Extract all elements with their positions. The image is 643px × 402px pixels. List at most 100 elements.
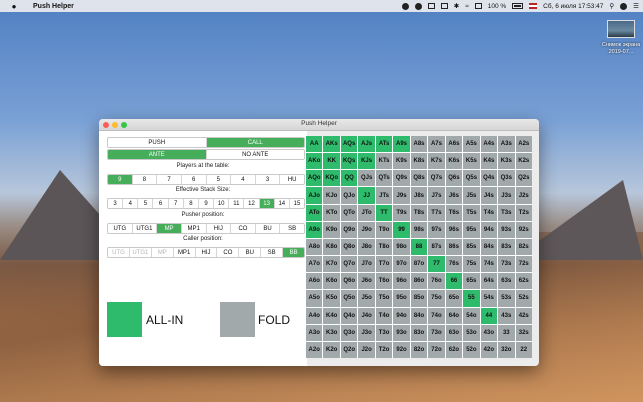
hand-cell-96s: 96s xyxy=(445,221,463,238)
apple-icon[interactable]: ● xyxy=(9,2,19,11)
hand-cell-Q3o: Q3o xyxy=(340,324,358,341)
hand-cell-J3o: J3o xyxy=(358,324,375,341)
stack-option-7[interactable]: 7 xyxy=(169,199,184,208)
pusher-option-sb[interactable]: SB xyxy=(280,224,304,233)
hand-cell-98s: 98s xyxy=(410,221,428,238)
stack-option-5[interactable]: 5 xyxy=(138,199,154,208)
hand-cell-93s: 93s xyxy=(498,221,515,238)
window-icon[interactable] xyxy=(427,3,435,9)
pusher-position-label: Pusher position: xyxy=(181,212,225,218)
notification-center-icon[interactable]: ☰ xyxy=(633,2,639,10)
players-label: Players at the table: xyxy=(176,163,230,169)
hand-cell-T4s: T4s xyxy=(480,204,498,221)
caller-option-sb[interactable]: SB xyxy=(261,248,284,257)
hand-cell-92o: 92o xyxy=(393,341,410,358)
mode-option-call[interactable]: CALL xyxy=(206,138,304,147)
players-option-9[interactable]: 9 xyxy=(108,175,133,184)
players-option-5[interactable]: 5 xyxy=(207,175,232,184)
stack-option-12[interactable]: 12 xyxy=(244,199,260,208)
hand-cell-A6s: A6s xyxy=(445,136,463,153)
stack-option-6[interactable]: 6 xyxy=(153,199,169,208)
bluetooth-icon[interactable]: ✱ xyxy=(454,2,459,10)
caller-option-utg[interactable]: UTG xyxy=(108,248,130,257)
stack-option-3[interactable]: 3 xyxy=(108,199,124,208)
stack-option-4[interactable]: 4 xyxy=(123,199,139,208)
stack-option-9[interactable]: 9 xyxy=(199,199,215,208)
players-option-3[interactable]: 3 xyxy=(256,175,281,184)
dropbox-icon[interactable] xyxy=(414,2,422,10)
pusher-option-utg[interactable]: UTG xyxy=(108,224,133,233)
players-option-6[interactable]: 6 xyxy=(182,175,207,184)
battery-icon[interactable] xyxy=(512,3,524,9)
hand-cell-K8o: K8o xyxy=(323,238,340,256)
hand-cell-A5o: A5o xyxy=(306,290,323,307)
pusher-option-hij[interactable]: HIJ xyxy=(207,224,232,233)
hand-cell-93o: 93o xyxy=(393,324,410,341)
mode-option-push[interactable]: PUSH xyxy=(108,138,207,147)
status-app-icon[interactable] xyxy=(401,2,409,10)
stack-option-11[interactable]: 11 xyxy=(229,199,245,208)
hand-cell-KJs: KJs xyxy=(358,153,375,170)
hand-cell-A5s: A5s xyxy=(463,136,480,153)
hand-cell-A4o: A4o xyxy=(306,307,323,324)
spotlight-search-icon[interactable]: ⚲ xyxy=(609,2,614,10)
battery-text: 100 % xyxy=(487,2,507,10)
siri-icon[interactable] xyxy=(620,2,628,10)
hand-cell-87o: 87o xyxy=(410,256,428,273)
caller-option-hij[interactable]: HIJ xyxy=(196,248,218,257)
input-source-flag-icon[interactable] xyxy=(529,3,538,9)
caller-option-utg1[interactable]: UTG1 xyxy=(130,248,152,257)
hand-cell-A9s: A9s xyxy=(393,136,410,153)
stack-option-13[interactable]: 13 xyxy=(259,199,275,208)
stack-option-15[interactable]: 15 xyxy=(290,199,304,208)
hand-cell-82s: 82s xyxy=(515,238,532,256)
pusher-option-mp1[interactable]: MP1 xyxy=(182,224,207,233)
hand-cell-K5s: K5s xyxy=(463,153,480,170)
players-option-4[interactable]: 4 xyxy=(231,175,256,184)
airplay-icon[interactable] xyxy=(474,3,482,9)
hand-cell-94o: 94o xyxy=(393,307,410,324)
clock[interactable]: Сб, 6 июля 17:53:47 xyxy=(543,3,603,10)
hand-cell-62s: 62s xyxy=(515,273,532,290)
hand-cell-J8o: J8o xyxy=(358,238,375,256)
ante-option-no-ante[interactable]: NO ANTE xyxy=(207,150,305,159)
hand-cell-72s: 72s xyxy=(515,256,532,273)
hand-cell-J9s: J9s xyxy=(393,187,410,204)
display-icon[interactable] xyxy=(440,3,448,9)
hand-cell-QQ: QQ xyxy=(340,170,358,187)
caller-option-mp1[interactable]: MP1 xyxy=(174,248,196,257)
players-option-8[interactable]: 8 xyxy=(133,175,158,184)
pusher-option-mp[interactable]: MP xyxy=(157,224,182,233)
hand-cell-95o: 95o xyxy=(393,290,410,307)
caller-option-bb[interactable]: BB xyxy=(283,248,304,257)
hand-cell-T9o: T9o xyxy=(375,221,393,238)
hand-cell-T8s: T8s xyxy=(410,204,428,221)
hand-cell-J7o: J7o xyxy=(358,256,375,273)
hand-cell-T4o: T4o xyxy=(375,307,393,324)
stack-option-8[interactable]: 8 xyxy=(184,199,199,208)
ante-option-ante[interactable]: ANTE xyxy=(108,150,207,159)
hand-cell-Q6s: Q6s xyxy=(445,170,463,187)
menu-bar: ● Push Helper ✱ ≈ 100 % Сб, 6 июля 17:53… xyxy=(0,0,643,12)
hand-cell-Q7s: Q7s xyxy=(428,170,445,187)
hand-cell-88: 88 xyxy=(410,238,428,256)
title-bar[interactable]: Push Helper xyxy=(99,119,539,131)
window-title: Push Helper xyxy=(301,120,337,127)
pusher-option-bu[interactable]: BU xyxy=(256,224,281,233)
caller-option-mp[interactable]: MP xyxy=(152,248,174,257)
hand-cell-KJo: KJo xyxy=(323,187,340,204)
menu-app-name[interactable]: Push Helper xyxy=(33,3,74,10)
hand-cell-Q4s: Q4s xyxy=(480,170,498,187)
pusher-option-co[interactable]: CO xyxy=(231,224,256,233)
wifi-icon[interactable]: ≈ xyxy=(465,3,469,10)
stack-option-14[interactable]: 14 xyxy=(275,199,290,208)
players-option-hu[interactable]: HU xyxy=(280,175,304,184)
caller-option-bu[interactable]: BU xyxy=(239,248,262,257)
stack-option-10[interactable]: 10 xyxy=(214,199,230,208)
players-option-7[interactable]: 7 xyxy=(157,175,182,184)
caller-option-co[interactable]: CO xyxy=(217,248,240,257)
pusher-option-utg1[interactable]: UTG1 xyxy=(133,224,158,233)
push-helper-window: Push Helper PUSH CALL ANTE NO ANTE Players… xyxy=(99,119,539,366)
desktop-screenshot-file[interactable]: Снимок экрана 2019-07... xyxy=(602,20,640,60)
hand-cell-32o: 32o xyxy=(498,341,515,358)
